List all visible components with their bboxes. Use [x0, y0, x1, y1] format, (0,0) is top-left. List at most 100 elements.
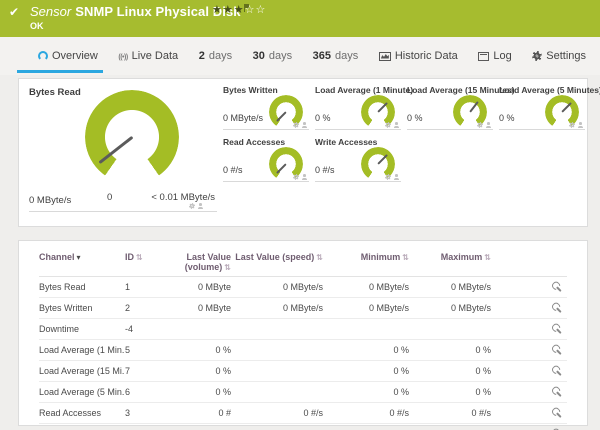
tab-log[interactable]: Log: [478, 50, 512, 62]
row-actions: [491, 360, 567, 382]
priority-stars[interactable]: ★★★☆☆: [212, 3, 266, 16]
table-row-load-average-1-min[interactable]: Load Average (1 Min... 5 0 % 0 % 0 %: [39, 339, 567, 361]
minimum: 0 %: [323, 339, 409, 361]
last-value-speed: 0 #/s: [231, 423, 323, 430]
channel: Load Average (5 Min...: [39, 381, 125, 403]
gear-icon[interactable]: [385, 174, 391, 180]
column-label: ID: [125, 252, 134, 262]
gear-icon[interactable]: [189, 203, 195, 209]
primary-gauge-label: Bytes Read: [29, 87, 81, 98]
gear-icon[interactable]: [477, 122, 483, 128]
status-badge: OK: [30, 21, 44, 31]
minimum: 0 %: [323, 381, 409, 403]
column-header-maximum[interactable]: Maximum ⇅: [409, 245, 491, 277]
tab-bar: Overview Live Data 2days 30days 365days Histo…: [0, 37, 600, 75]
column-label: Last Value (speed): [235, 252, 315, 262]
wrench-icon[interactable]: [552, 303, 561, 312]
gauge-value: 0 #/s: [223, 165, 243, 175]
gauges-panel: Bytes Read 0 MByte/s 0 < 0.01 MByte/s By…: [18, 78, 600, 227]
last-value-speed: 0 MByte/s: [231, 276, 323, 298]
channel: Downtime: [39, 318, 125, 340]
wrench-icon[interactable]: [552, 345, 561, 354]
status-ok-check-icon: ✔: [9, 5, 20, 19]
tab-30-days[interactable]: 30 days: [253, 50, 293, 62]
tab-label: Historic Data: [394, 50, 458, 62]
tab-overview[interactable]: Overview: [17, 50, 103, 73]
gear-icon[interactable]: [293, 174, 299, 180]
column-header-channel[interactable]: Channel ▾: [39, 245, 125, 277]
column-header-minimum[interactable]: Minimum ⇅: [323, 245, 409, 277]
user-icon[interactable]: [302, 174, 307, 180]
primary-gauge: [85, 90, 179, 184]
small-gauges-row-1: Bytes Written 0 MByte/s Load Average (1 Mi…: [221, 83, 600, 133]
tab-2-days[interactable]: 2 days: [199, 50, 232, 62]
gauge-value: 0 %: [407, 113, 423, 123]
id-value: 1: [125, 276, 167, 298]
table-row-read-accesses[interactable]: Read Accesses 3 0 #0 #/s 0 #/s 0 #/s: [39, 402, 567, 424]
user-icon[interactable]: [394, 122, 399, 128]
user-icon[interactable]: [578, 122, 583, 128]
minimum: 0 #/s: [323, 423, 409, 430]
user-icon[interactable]: [198, 203, 203, 209]
minimum: 0 %: [323, 360, 409, 382]
table-row-write-accesses[interactable]: Write Accesses40 #0 #/s0 #/s0 #/s: [39, 423, 567, 430]
tab-settings[interactable]: Settings: [532, 50, 586, 62]
gear-icon[interactable]: [385, 122, 391, 128]
gauge-label: Load Average (1 Minute): [315, 85, 414, 95]
last-value-volume: 0 MByte: [167, 297, 231, 319]
table-row-load-average-15-mi[interactable]: Load Average (15 Mi... 7 0 % 0 % 0 %: [39, 360, 567, 382]
last-value-volume: 0 MByte: [167, 276, 231, 298]
primary-gauge-value: 0 MByte/s: [29, 195, 72, 206]
tab-365-days[interactable]: 365 days: [313, 50, 359, 62]
tab-label: days: [268, 50, 293, 62]
table-body: Bytes Read 1 0 MByte 0 MByte/s 0 MByte/s 0 MB…: [39, 276, 567, 430]
channel: Load Average (1 Min...: [39, 339, 125, 361]
tab-live-data[interactable]: Live Data: [118, 50, 178, 62]
user-icon[interactable]: [302, 122, 307, 128]
gauge-value: 0 #/s: [315, 165, 335, 175]
column-header-id[interactable]: ID ⇅: [125, 245, 167, 277]
column-header-last-value-volume[interactable]: Last Value (volume) ⇅: [167, 245, 231, 277]
column-header-actions: [491, 245, 567, 277]
last-value-speed: [231, 360, 323, 382]
table-row-load-average-5-min[interactable]: Load Average (5 Min... 6 0 % 0 % 0 %: [39, 381, 567, 403]
user-icon[interactable]: [394, 174, 399, 180]
last-value-volume: 0 %: [167, 360, 231, 382]
gear-icon[interactable]: [569, 122, 575, 128]
id-value: -4: [125, 318, 167, 340]
table-header-row: Channel ▾ ID ⇅ Last Value (volume) ⇅ Last Valu…: [39, 245, 567, 277]
maximum: 0 #/s: [409, 402, 491, 424]
log-icon: [478, 51, 490, 61]
table-row-downtime[interactable]: Downtime -4: [39, 318, 567, 340]
wrench-icon[interactable]: [552, 408, 561, 417]
wrench-icon[interactable]: [552, 324, 561, 333]
last-value-volume: 0 #: [167, 402, 231, 424]
gear-icon[interactable]: [293, 122, 299, 128]
tab-historic-data[interactable]: Historic Data: [378, 50, 458, 62]
table-row-bytes-read[interactable]: Bytes Read 1 0 MByte 0 MByte/s 0 MByte/s 0 MB…: [39, 276, 567, 298]
gauge-load-average-1-minute: Load Average (1 Minute) 0 %: [313, 83, 413, 133]
last-value-volume: 0 #: [167, 423, 231, 430]
tab-label: Settings: [546, 50, 586, 62]
row-actions: [491, 381, 567, 403]
id-value: 2: [125, 297, 167, 319]
tab-label: Overview: [52, 50, 98, 62]
gauge-read-accesses: Read Accesses 0 #/s: [221, 135, 311, 185]
tab-label: Live Data: [131, 50, 179, 62]
wrench-icon[interactable]: [552, 282, 561, 291]
sensor-kind-label: Sensor: [30, 4, 72, 19]
column-header-last-value-speed[interactable]: Last Value (speed) ⇅: [231, 245, 323, 277]
gauge-label: Bytes Written: [223, 85, 278, 95]
stars-filled: ★★★: [212, 4, 245, 16]
row-actions: [491, 423, 567, 430]
maximum: [409, 318, 491, 340]
gauge-value: 0 %: [315, 113, 331, 123]
user-icon[interactable]: [486, 122, 491, 128]
column-label: Maximum: [440, 252, 483, 262]
wrench-icon[interactable]: [552, 366, 561, 375]
table-row-bytes-written[interactable]: Bytes Written 2 0 MByte 0 MByte/s 0 MByte/s 0…: [39, 297, 567, 319]
live-icon: [118, 50, 127, 62]
tab-label: days: [208, 50, 233, 62]
wrench-icon[interactable]: [552, 387, 561, 396]
primary-gauge-scale-min: 0: [107, 192, 113, 203]
